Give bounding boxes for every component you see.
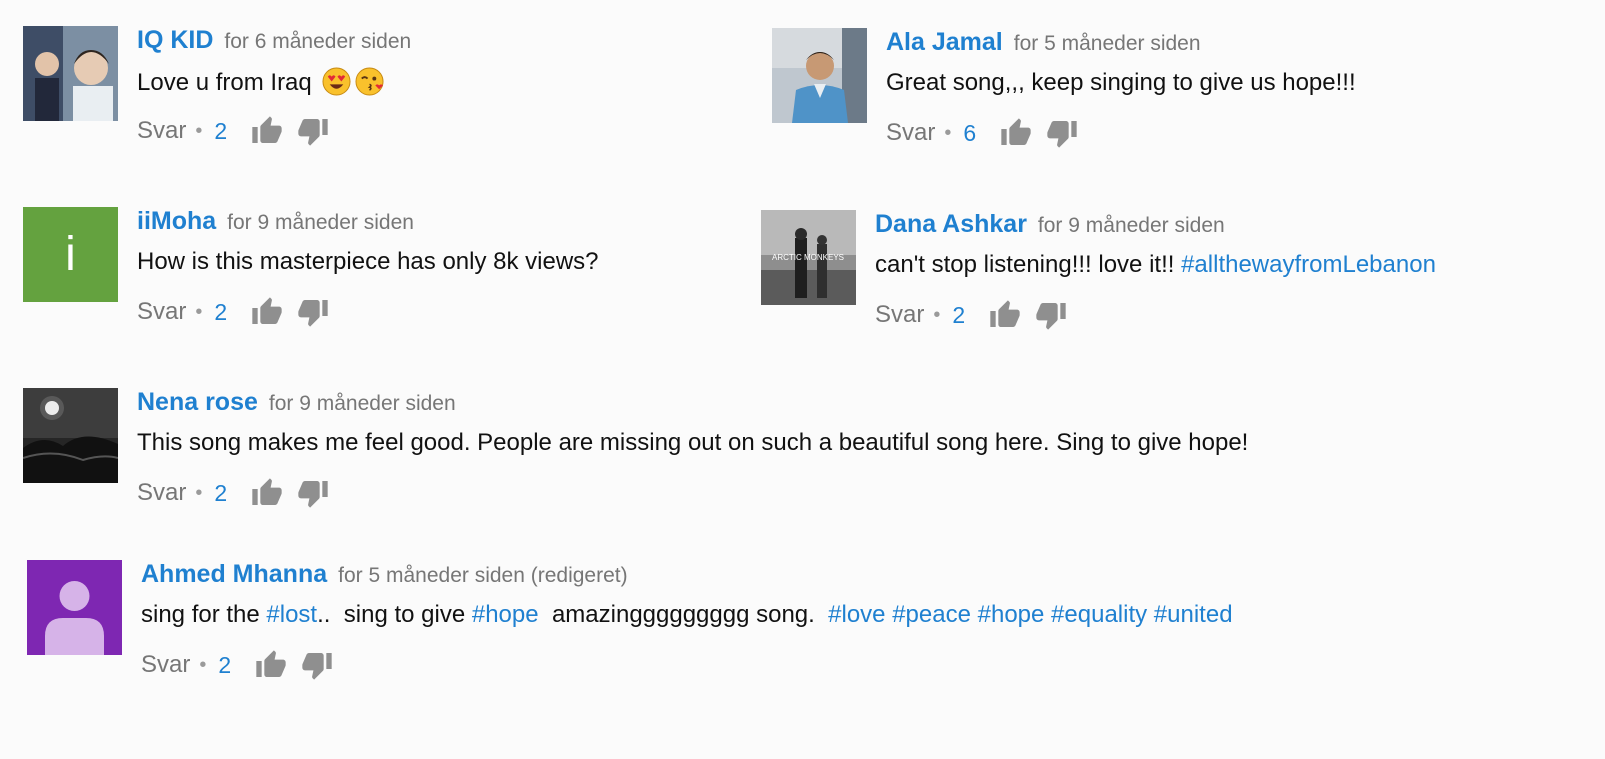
- hashtag-link[interactable]: #hope: [978, 601, 1045, 628]
- author-name[interactable]: IQ KID: [137, 26, 213, 54]
- timestamp[interactable]: for 5 måneder siden: [1014, 32, 1201, 55]
- kiss-wink-emoji-icon: [355, 67, 384, 96]
- separator-dot: •: [195, 481, 203, 504]
- heart-eyes-emoji-icon: [322, 67, 351, 96]
- avatar[interactable]: [27, 560, 122, 655]
- comment-text: sing for the #lost.. sing to give #hope …: [141, 601, 1233, 628]
- like-count: 2: [218, 651, 232, 678]
- comment-text: This song makes me feel good. People are…: [137, 429, 1249, 456]
- thumbs-down-icon[interactable]: [297, 477, 329, 509]
- reply-button[interactable]: Svar: [875, 301, 924, 329]
- hashtag-link[interactable]: #peace: [892, 601, 971, 628]
- thumbs-up-icon[interactable]: [1000, 117, 1032, 149]
- timestamp[interactable]: for 9 måneder siden: [227, 211, 414, 234]
- comment-text: Great song,,, keep singing to give us ho…: [886, 69, 1356, 96]
- reply-button[interactable]: Svar: [137, 479, 186, 507]
- like-count: 2: [214, 298, 228, 325]
- hashtag-link[interactable]: #lost: [266, 601, 317, 628]
- separator-dot: •: [195, 300, 203, 323]
- like-count: 2: [214, 117, 228, 144]
- timestamp[interactable]: for 9 måneder siden: [269, 392, 456, 415]
- comment-text: can't stop listening!!! love it!! #allth…: [875, 251, 1436, 278]
- separator-dot: •: [933, 303, 941, 326]
- like-count: 6: [963, 119, 977, 146]
- thumbs-up-icon[interactable]: [251, 115, 283, 147]
- thumbs-down-icon[interactable]: [1035, 299, 1067, 331]
- author-name[interactable]: Nena rose: [137, 388, 258, 416]
- separator-dot: •: [944, 121, 952, 144]
- reply-button[interactable]: Svar: [137, 298, 186, 326]
- author-name[interactable]: Ala Jamal: [886, 28, 1003, 56]
- timestamp[interactable]: for 5 måneder siden (redigeret): [338, 564, 627, 587]
- reply-button[interactable]: Svar: [141, 651, 190, 679]
- avatar[interactable]: ARCTIC MONKEYS: [761, 210, 856, 305]
- thumbs-up-icon[interactable]: [251, 477, 283, 509]
- thumbs-up-icon[interactable]: [251, 296, 283, 328]
- hashtag-link[interactable]: #united: [1154, 601, 1233, 628]
- hashtag-link[interactable]: #equality: [1051, 601, 1147, 628]
- author-name[interactable]: iiMoha: [137, 207, 216, 235]
- avatar[interactable]: i: [23, 207, 118, 302]
- author-name[interactable]: Ahmed Mhanna: [141, 560, 327, 588]
- separator-dot: •: [199, 653, 207, 676]
- hashtag-link[interactable]: #allthewayfromLebanon: [1181, 251, 1436, 278]
- thumbs-down-icon[interactable]: [297, 296, 329, 328]
- timestamp[interactable]: for 6 måneder siden: [224, 30, 411, 53]
- reply-button[interactable]: Svar: [137, 117, 186, 145]
- comments-page: { "comments": [ { "author": "IQ KID", "t…: [0, 0, 1605, 759]
- avatar-caption: ARCTIC MONKEYS: [772, 253, 844, 262]
- avatar[interactable]: [23, 26, 118, 121]
- hashtag-link[interactable]: #love: [828, 601, 885, 628]
- thumbs-up-icon[interactable]: [989, 299, 1021, 331]
- thumbs-down-icon[interactable]: [301, 649, 333, 681]
- reply-button[interactable]: Svar: [886, 119, 935, 147]
- avatar-letter: i: [65, 228, 76, 281]
- thumbs-down-icon[interactable]: [297, 115, 329, 147]
- thumbs-down-icon[interactable]: [1046, 117, 1078, 149]
- thumbs-up-icon[interactable]: [255, 649, 287, 681]
- like-count: 2: [952, 301, 966, 328]
- author-name[interactable]: Dana Ashkar: [875, 210, 1027, 238]
- avatar[interactable]: [772, 28, 867, 123]
- timestamp[interactable]: for 9 måneder siden: [1038, 214, 1225, 237]
- like-count: 2: [214, 479, 228, 506]
- avatar[interactable]: [23, 388, 118, 483]
- separator-dot: •: [195, 119, 203, 142]
- hashtag-link[interactable]: #hope: [472, 601, 539, 628]
